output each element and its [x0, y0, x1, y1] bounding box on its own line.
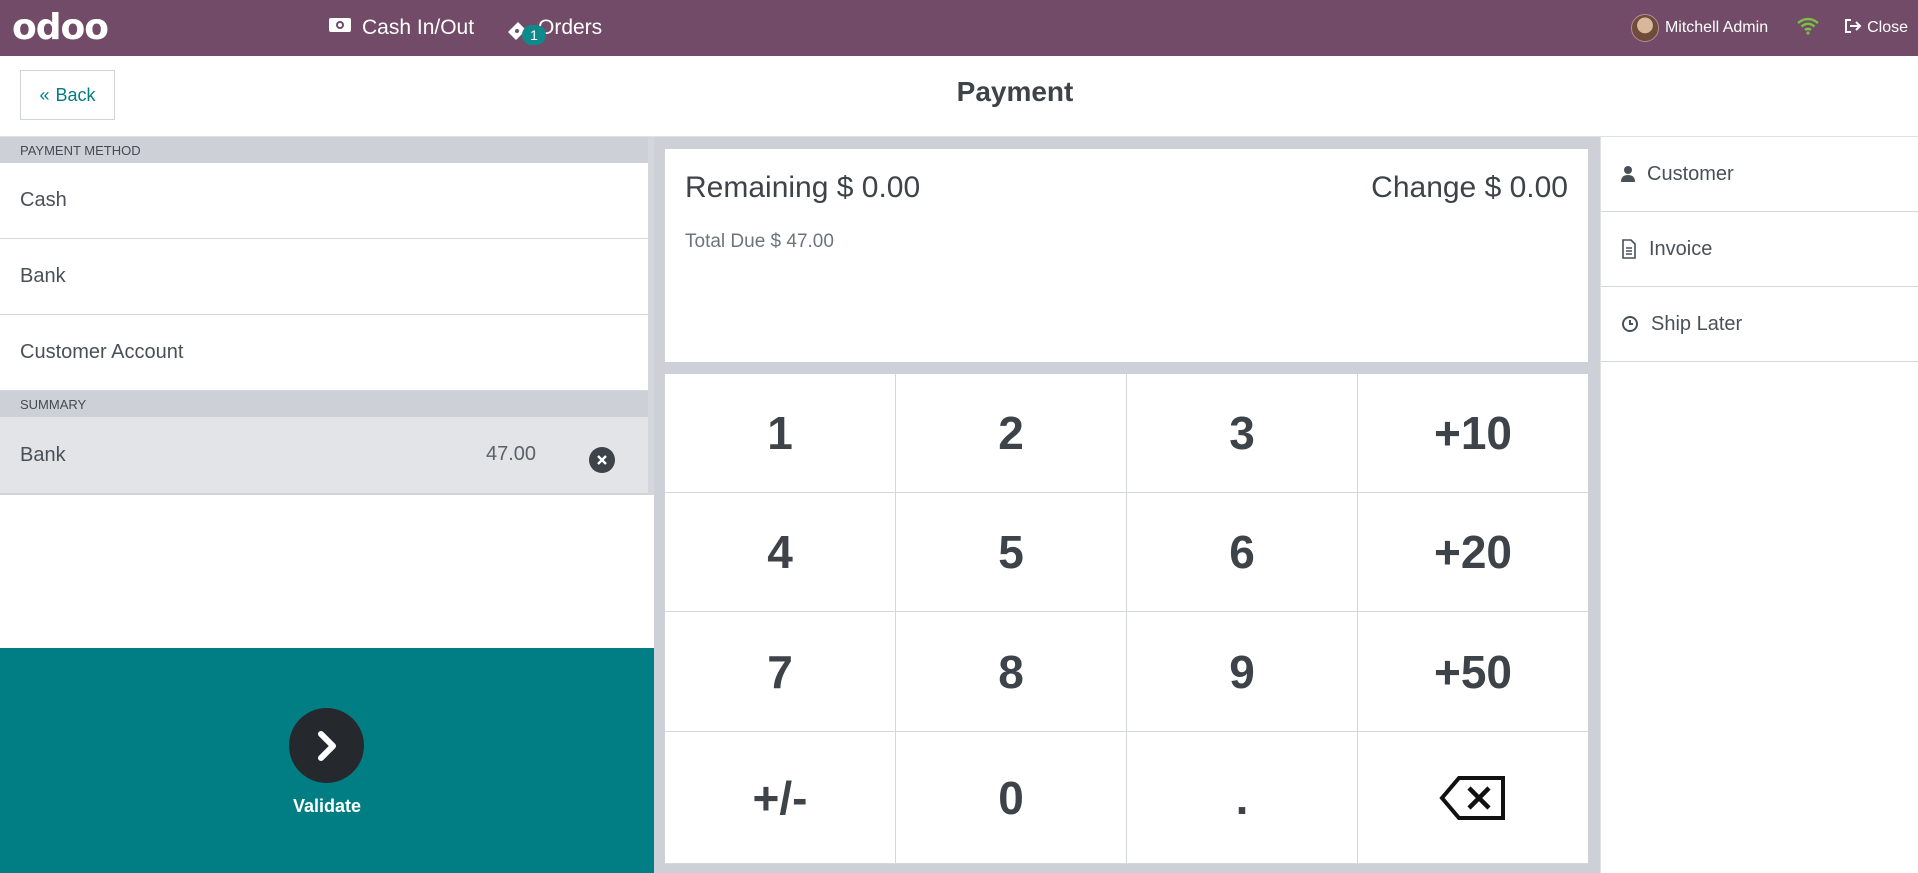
cash-in-out-button[interactable]: Cash In/Out [328, 0, 474, 56]
odoo-logo: odoo [12, 7, 109, 48]
numpad-key-backspace[interactable] [1358, 732, 1588, 863]
numpad: 1 2 3 +10 4 5 6 +20 7 8 9 +50 +/- 0 . [665, 374, 1588, 864]
numpad-key-plus-50[interactable]: +50 [1358, 612, 1588, 731]
close-button[interactable]: Close [1844, 18, 1908, 39]
top-right-area: Mitchell Admin Close [1630, 0, 1918, 56]
numpad-key-3[interactable]: 3 [1127, 374, 1357, 492]
numpad-key-plus-20[interactable]: +20 [1358, 493, 1588, 611]
close-icon [597, 455, 607, 465]
total-due: Total Due $ 47.00 [685, 231, 834, 252]
payment-methods-panel: PAYMENT METHOD Cash Bank Customer Accoun… [0, 137, 654, 873]
numpad-key-1[interactable]: 1 [665, 374, 895, 492]
orders-count-badge: 1 [522, 25, 546, 45]
logo-text: odoo [12, 7, 109, 48]
numpad-key-4[interactable]: 4 [665, 493, 895, 611]
remove-payment-line-button[interactable] [589, 447, 615, 473]
remaining-amount: Remaining $ 0.00 [685, 171, 921, 204]
user-name: Mitchell Admin [1664, 19, 1769, 36]
change-amount: Change $ 0.00 [1371, 171, 1568, 204]
sign-out-icon [1844, 18, 1862, 39]
page-title: Payment [956, 76, 1074, 107]
validate-circle [289, 708, 364, 783]
payment-line[interactable]: Bank 47.00 [0, 417, 648, 495]
orders-label: Orders [538, 16, 603, 39]
numpad-key-9[interactable]: 9 [1127, 612, 1357, 731]
ticket-icon: 1 [506, 16, 546, 45]
payment-options-panel: Customer Invoice Ship Later [1600, 137, 1918, 873]
payment-method-customer-account[interactable]: Customer Account [0, 315, 648, 391]
validate-label: Validate [292, 796, 362, 816]
numpad-key-2[interactable]: 2 [896, 374, 1126, 492]
payment-method-bank[interactable]: Bank [0, 239, 648, 315]
payment-center-panel: Remaining $ 0.00 Change $ 0.00 Total Due… [654, 137, 1600, 873]
summary-heading: SUMMARY [0, 391, 654, 417]
orders-button[interactable]: 1 Orders [506, 0, 602, 56]
payment-status: Remaining $ 0.00 Change $ 0.00 Total Due… [665, 149, 1588, 362]
clock-icon [1622, 316, 1638, 332]
file-text-icon [1622, 239, 1636, 259]
close-label: Close [1867, 19, 1908, 36]
user-icon [1621, 166, 1635, 182]
payment-header: « Back Payment [0, 56, 1918, 137]
wifi-icon [1796, 17, 1820, 40]
numpad-key-sign[interactable]: +/- [665, 732, 895, 863]
invoice-button[interactable]: Invoice [1601, 212, 1918, 287]
customer-button[interactable]: Customer [1601, 137, 1918, 212]
customer-label: Customer [1647, 162, 1734, 185]
numpad-key-plus-10[interactable]: +10 [1358, 374, 1588, 492]
payment-line-amount: 47.00 [486, 443, 537, 465]
numpad-key-decimal[interactable]: . [1127, 732, 1357, 863]
numpad-key-0[interactable]: 0 [896, 732, 1126, 863]
top-navbar: odoo Cash In/Out 1 Orders Mitchell Admin… [0, 0, 1918, 56]
invoice-label: Invoice [1649, 237, 1713, 260]
cash-in-out-label: Cash In/Out [362, 16, 475, 39]
numpad-key-7[interactable]: 7 [665, 612, 895, 731]
backspace-icon [1439, 775, 1505, 820]
numpad-key-5[interactable]: 5 [896, 493, 1126, 611]
ship-later-button[interactable]: Ship Later [1601, 287, 1918, 362]
payment-method-cash[interactable]: Cash [0, 163, 648, 239]
ship-later-label: Ship Later [1651, 312, 1743, 335]
payment-method-heading: PAYMENT METHOD [0, 137, 654, 163]
numpad-key-6[interactable]: 6 [1127, 493, 1357, 611]
user-menu[interactable]: Mitchell Admin [1630, 14, 1769, 42]
numpad-key-8[interactable]: 8 [896, 612, 1126, 731]
payment-line-method: Bank [20, 443, 66, 466]
chevron-right-icon [317, 730, 336, 761]
money-icon [328, 16, 352, 40]
validate-button[interactable]: Validate [0, 648, 654, 873]
avatar [1630, 14, 1659, 42]
